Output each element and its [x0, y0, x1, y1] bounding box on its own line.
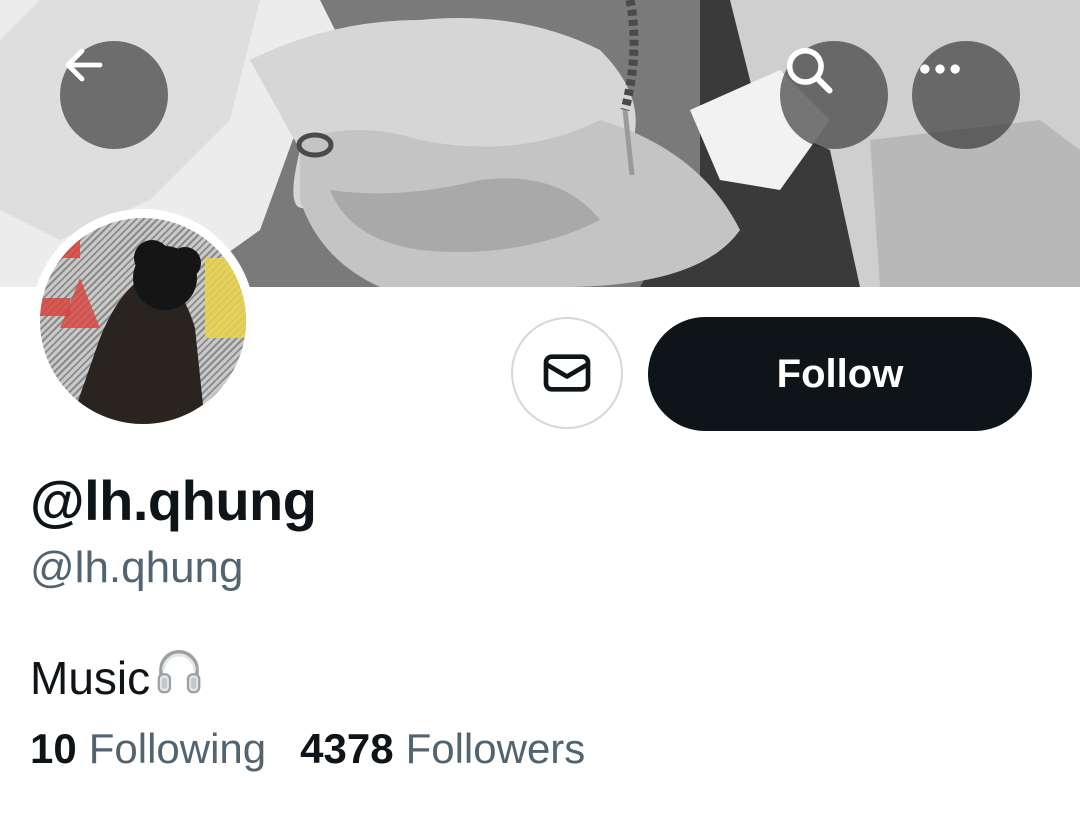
avatar[interactable] — [31, 209, 255, 433]
arrow-left-icon — [65, 48, 103, 82]
envelope-icon — [543, 354, 591, 392]
followers-link[interactable]: 4378 Followers — [300, 725, 585, 773]
more-options-button[interactable] — [912, 41, 1020, 149]
following-label: Following — [88, 725, 267, 772]
more-horizontal-icon — [920, 64, 960, 74]
back-button[interactable] — [60, 41, 168, 149]
profile-page: Follow @lh.qhung @lh.qhung Music 10 Foll… — [0, 0, 1080, 825]
headphones-icon — [152, 645, 206, 710]
message-button[interactable] — [511, 317, 623, 429]
followers-label: Followers — [405, 725, 586, 772]
user-handle: @lh.qhung — [30, 543, 244, 592]
search-button[interactable] — [780, 41, 888, 149]
follow-button[interactable]: Follow — [648, 317, 1032, 431]
bio-text: Music — [30, 651, 151, 704]
avatar-image — [40, 218, 246, 424]
display-name: @lh.qhung — [30, 469, 317, 532]
followers-count: 4378 — [300, 725, 394, 772]
following-count: 10 — [30, 725, 77, 772]
follow-stats: 10 Following 4378 Followers — [30, 725, 585, 773]
search-icon — [786, 47, 833, 94]
following-link[interactable]: 10 Following — [30, 725, 266, 773]
bio: Music — [30, 645, 206, 710]
